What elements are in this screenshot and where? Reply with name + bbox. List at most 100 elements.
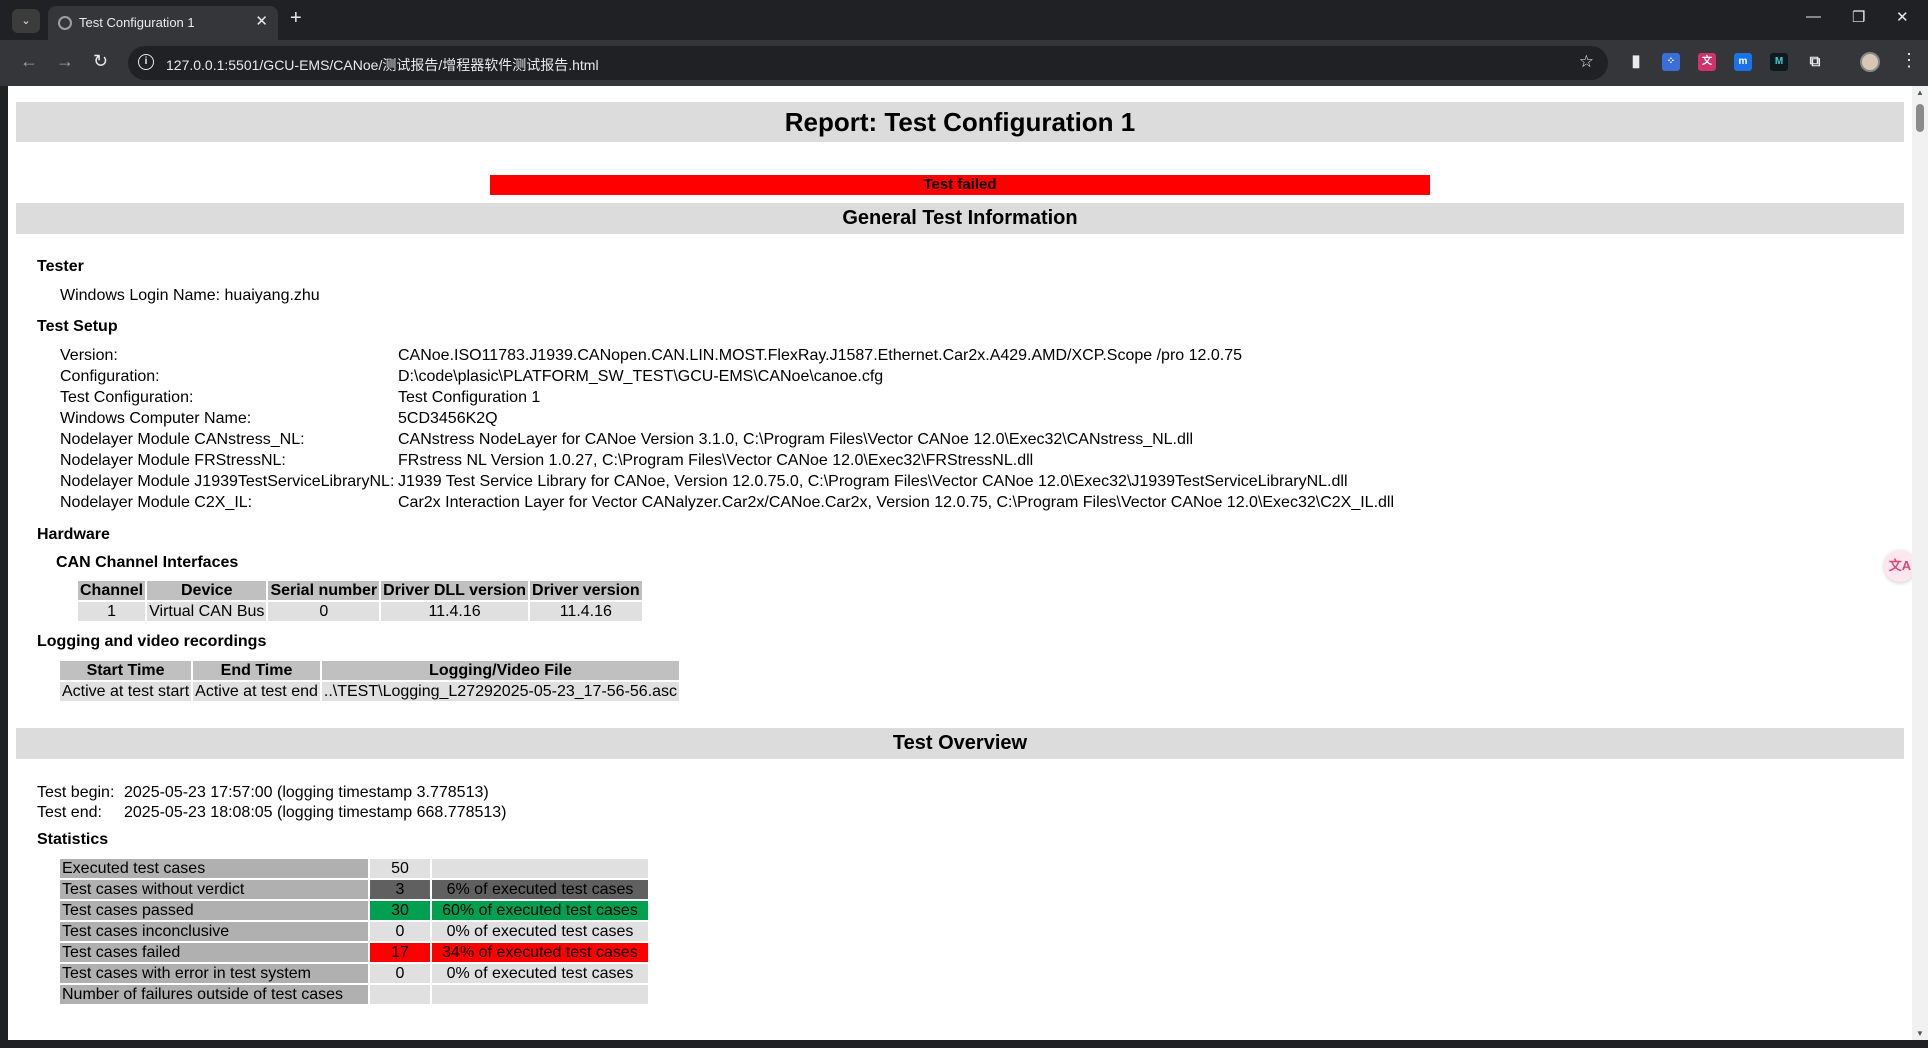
- table-header-row: Channel Device Serial number Driver DLL …: [78, 581, 642, 600]
- table-row: Number of failures outside of test cases: [60, 985, 648, 1004]
- url-text[interactable]: 127.0.0.1:5501/GCU-EMS/CANoe/测试报告/增程器软件测…: [166, 55, 599, 75]
- statistics-heading: Statistics: [37, 831, 109, 848]
- scrollbar-thumb[interactable]: [1916, 104, 1924, 132]
- table-row: Active at test start Active at test end …: [60, 682, 680, 701]
- setup-key: Configuration:: [60, 368, 160, 385]
- stat-count: [370, 985, 430, 1004]
- stat-percent: [432, 985, 648, 1004]
- table-cell: Virtual CAN Bus: [147, 602, 267, 621]
- table-cell: Active at test end: [193, 682, 320, 701]
- close-window-icon[interactable]: ✕: [1896, 8, 1909, 26]
- page-scrollbar[interactable]: ▲ ▼: [1912, 86, 1928, 1040]
- test-begin-value: 2025-05-23 17:57:00 (logging timestamp 3…: [124, 784, 489, 801]
- setup-value: Car2x Interaction Layer for Vector CANal…: [398, 494, 1395, 511]
- hardware-heading: Hardware: [37, 526, 110, 543]
- setup-key: Version:: [60, 347, 118, 364]
- extension-icon-4[interactable]: M: [1770, 53, 1788, 71]
- bookmarks-icon[interactable]: ▮: [1627, 53, 1645, 71]
- stat-label: Test cases passed: [60, 901, 368, 920]
- stat-count: 0: [370, 964, 430, 983]
- test-begin-label: Test begin:: [37, 784, 115, 801]
- table-cell: 11.4.16: [530, 602, 642, 621]
- can-channel-heading: CAN Channel Interfaces: [56, 554, 239, 571]
- stat-percent: 34% of executed test cases: [432, 943, 648, 962]
- test-end-label: Test end:: [37, 804, 102, 821]
- statistics-table: Executed test cases 50 Test cases withou…: [58, 857, 650, 1006]
- setup-key: Windows Computer Name:: [60, 410, 252, 427]
- extensions-puzzle-icon[interactable]: ⧉: [1806, 53, 1824, 71]
- table-row: Test cases passed 30 60% of executed tes…: [60, 901, 648, 920]
- column-header: Serial number: [268, 581, 380, 600]
- logging-table: Start Time End Time Logging/Video File A…: [58, 659, 681, 703]
- active-tab[interactable]: Test Configuration 1 ✕: [48, 6, 278, 40]
- browser-toolbar: ← → ↻ i 127.0.0.1:5501/GCU-EMS/CANoe/测试报…: [0, 40, 1928, 86]
- restore-icon[interactable]: ❐: [1852, 8, 1865, 26]
- extension-icon-2[interactable]: 文: [1698, 53, 1716, 71]
- column-header: Driver DLL version: [381, 581, 529, 600]
- translate-icon[interactable]: 文A: [1884, 550, 1912, 582]
- logging-file-link[interactable]: ..\TEST\Logging_L27292025-05-23_17-56-56…: [321, 682, 680, 701]
- stat-label: Test cases with error in test system: [60, 964, 368, 983]
- logging-heading: Logging and video recordings: [37, 633, 267, 650]
- report-title: Report: Test Configuration 1: [16, 102, 1904, 142]
- stat-count: 0: [370, 922, 430, 941]
- stat-label: Executed test cases: [60, 859, 368, 878]
- column-header: Device: [147, 581, 267, 600]
- column-header: Driver version: [530, 581, 642, 600]
- stat-percent: [432, 859, 648, 878]
- extension-icon-1[interactable]: ⁘: [1662, 53, 1680, 71]
- site-info-icon[interactable]: i: [138, 54, 154, 70]
- stat-label: Test cases without verdict: [60, 880, 368, 899]
- stat-label: Test cases inconclusive: [60, 922, 368, 941]
- table-row: Test cases with error in test system 0 0…: [60, 964, 648, 983]
- menu-kebab-icon[interactable]: ⋮: [1900, 50, 1918, 71]
- close-icon[interactable]: ✕: [255, 13, 268, 31]
- table-cell: 11.4.16: [381, 602, 529, 621]
- column-header: Channel: [78, 581, 146, 600]
- stat-count: 30: [370, 901, 430, 920]
- address-bar[interactable]: i 127.0.0.1:5501/GCU-EMS/CANoe/测试报告/增程器软…: [128, 46, 1608, 80]
- verdict-bar: Test failed: [490, 175, 1430, 195]
- setup-value: CANstress NodeLayer for CANoe Version 3.…: [398, 431, 1193, 448]
- table-row: Executed test cases 50: [60, 859, 648, 878]
- windows-login-name: Windows Login Name: huaiyang.zhu: [60, 287, 320, 304]
- new-tab-icon[interactable]: +: [290, 7, 302, 30]
- bookmark-star-icon[interactable]: ☆: [1579, 52, 1594, 72]
- stat-count: 3: [370, 880, 430, 899]
- stat-label: Number of failures outside of test cases: [60, 985, 368, 1004]
- table-row: Test cases inconclusive 0 0% of executed…: [60, 922, 648, 941]
- general-info-heading: General Test Information: [16, 203, 1904, 234]
- extension-icon-3[interactable]: m: [1734, 53, 1752, 71]
- tab-search-icon[interactable]: ⌄: [12, 9, 40, 33]
- stat-percent: 0% of executed test cases: [432, 964, 648, 983]
- scroll-down-icon[interactable]: ▼: [1916, 1029, 1924, 1038]
- table-row: 1 Virtual CAN Bus 0 11.4.16 11.4.16: [78, 602, 642, 621]
- setup-key: Nodelayer Module FRStressNL:: [60, 452, 286, 469]
- test-setup-list: Version: CANoe.ISO11783.J1939.CANopen.CAN…: [60, 345, 1904, 513]
- stat-percent: 6% of executed test cases: [432, 880, 648, 899]
- forward-icon[interactable]: →: [56, 51, 74, 72]
- table-cell: 0: [268, 602, 380, 621]
- setup-value: 5CD3456K2Q: [398, 410, 498, 427]
- back-icon[interactable]: ←: [20, 51, 38, 72]
- setup-key: Nodelayer Module C2X_IL:: [60, 494, 253, 511]
- minimize-icon[interactable]: —: [1806, 8, 1821, 25]
- can-channel-table: Channel Device Serial number Driver DLL …: [76, 579, 644, 623]
- test-overview-heading: Test Overview: [16, 728, 1904, 759]
- tab-title: Test Configuration 1: [79, 15, 195, 30]
- setup-key: Test Configuration:: [60, 389, 194, 406]
- column-header: Logging/Video File: [321, 661, 680, 680]
- table-cell: Active at test start: [60, 682, 192, 701]
- report: Report: Test Configuration 1 Test failed…: [16, 102, 1904, 1006]
- tab-strip: ⌄ Test Configuration 1 ✕ + — ❐ ✕: [0, 0, 1928, 40]
- scroll-up-icon[interactable]: ▲: [1916, 88, 1924, 97]
- profile-avatar[interactable]: [1860, 52, 1880, 72]
- stat-count: 17: [370, 943, 430, 962]
- test-end-value: 2025-05-23 18:08:05 (logging timestamp 6…: [124, 804, 507, 821]
- table-row: Test cases failed 17 34% of executed tes…: [60, 943, 648, 962]
- setup-value: J1939 Test Service Library for CANoe, Ve…: [398, 473, 1348, 490]
- test-setup-heading: Test Setup: [37, 318, 118, 335]
- page-viewport[interactable]: Report: Test Configuration 1 Test failed…: [8, 86, 1912, 1040]
- column-header: End Time: [193, 661, 320, 680]
- reload-icon[interactable]: ↻: [93, 51, 108, 72]
